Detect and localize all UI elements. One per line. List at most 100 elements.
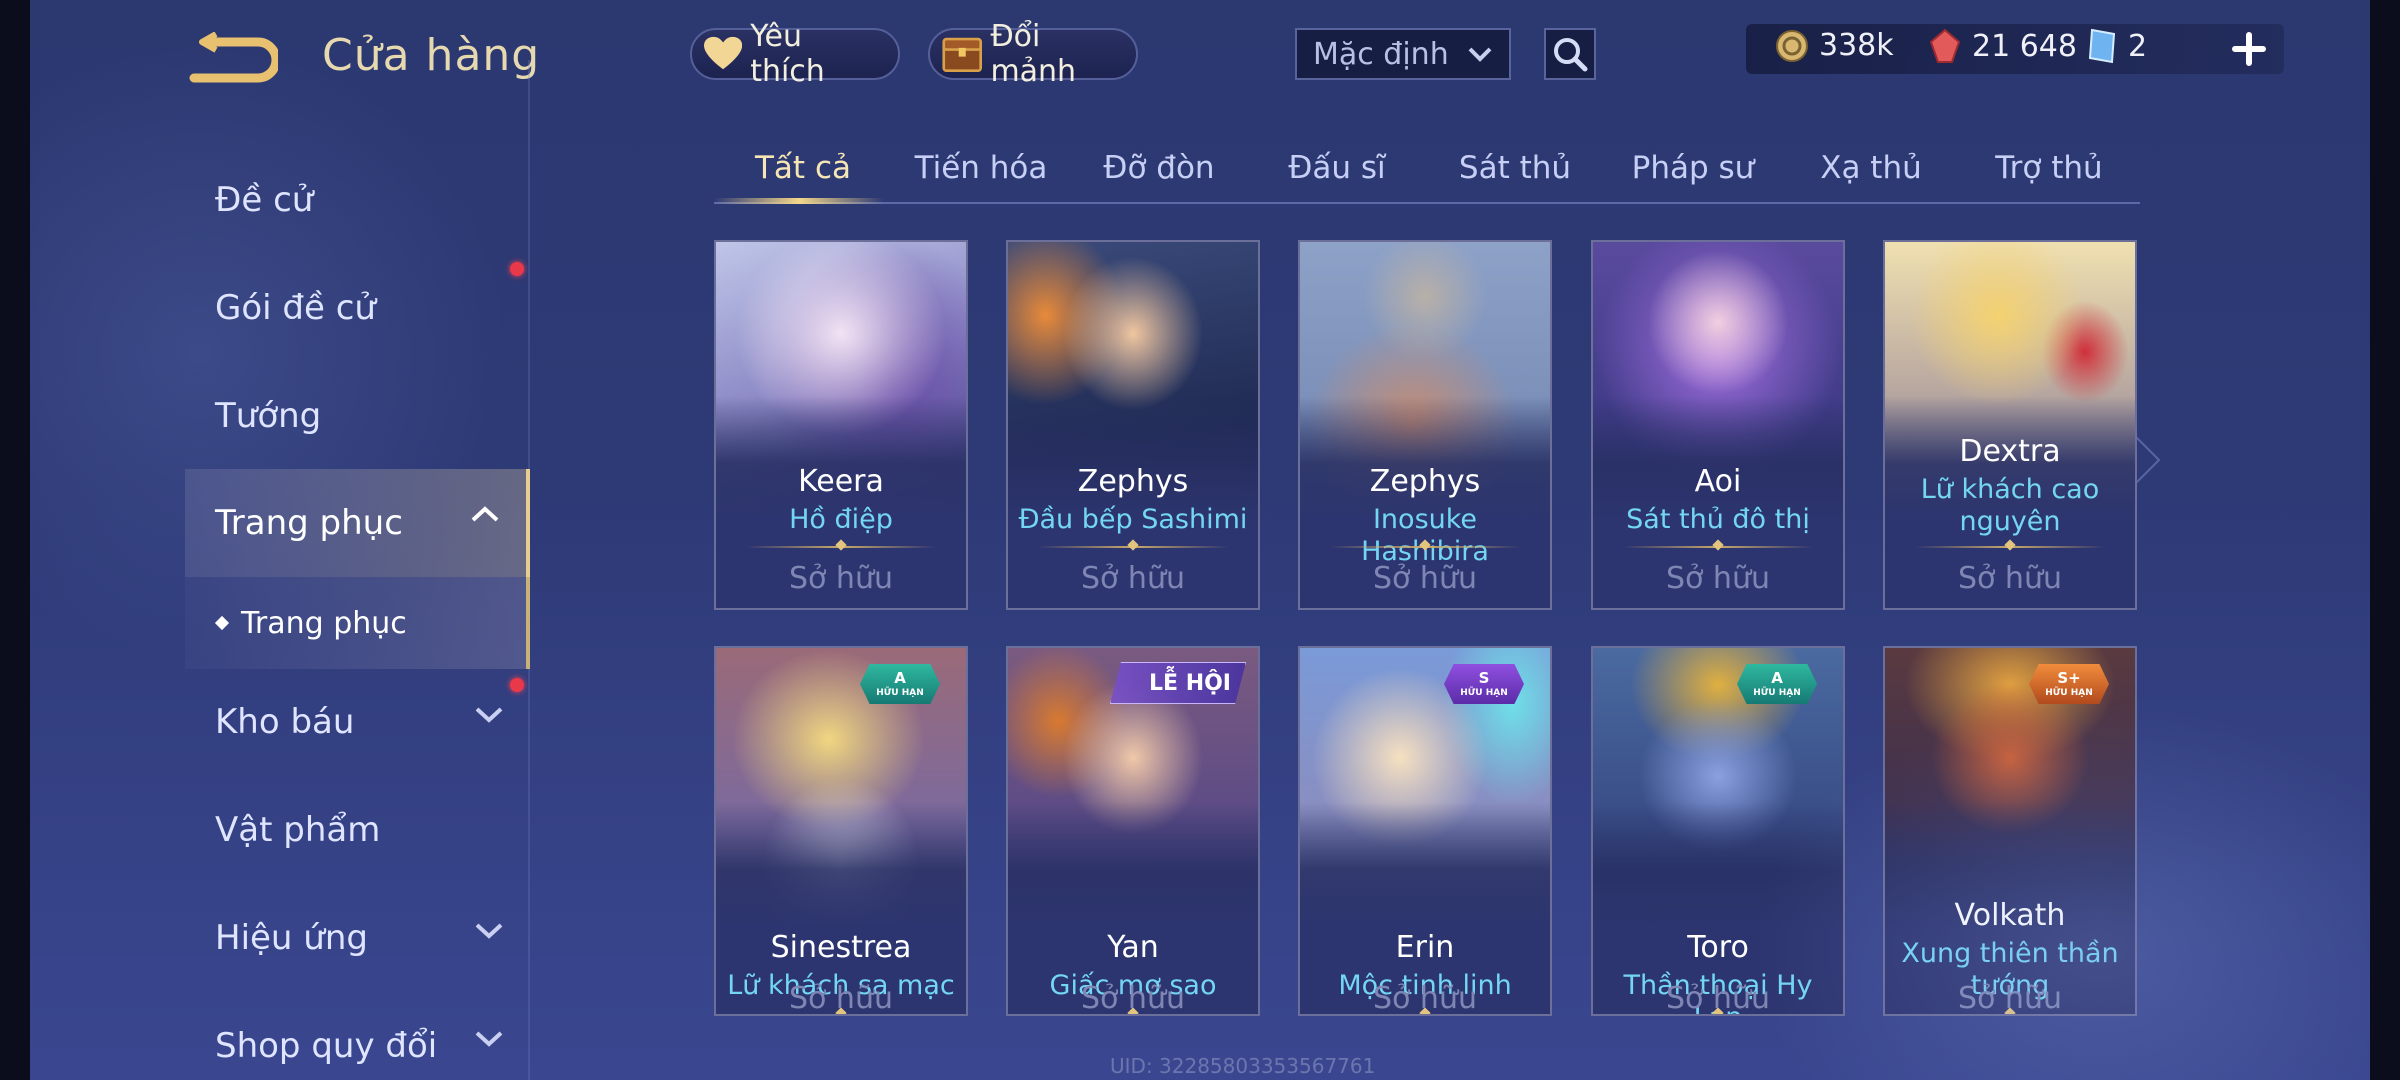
rarity-badge: S+ HỮU HẠN (2029, 664, 2109, 704)
card-divider (1623, 546, 1813, 548)
card-divider (1915, 1014, 2105, 1016)
tab-evolution[interactable]: Tiến hóa (892, 150, 1070, 186)
skin-name: Lữ khách cao nguyên (1920, 474, 2100, 537)
sidebar-item-label: Vật phẩm (215, 810, 381, 850)
tab-support[interactable]: Trợ thủ (1960, 150, 2138, 186)
hero-name: Dextra (1959, 434, 2061, 469)
ticket-icon (2088, 28, 2116, 64)
card-divider (1038, 1014, 1228, 1016)
rarity-grade: S (1478, 668, 1490, 687)
hero-name: Toro (1687, 930, 1749, 965)
skin-card[interactable]: Zephys Inosuke Hashibira Sở hữu (1298, 240, 1552, 610)
tab-mage[interactable]: Pháp sư (1604, 150, 1782, 186)
skin-card[interactable]: Zephys Đầu bếp Sashimi Sở hữu (1006, 240, 1260, 610)
rarity-grade: S+ (2057, 668, 2081, 687)
ticket-amount: 2 (2128, 28, 2148, 64)
card-divider (1623, 1014, 1813, 1016)
voucher-currency: 21 648 (1928, 28, 2077, 64)
sidebar-item-label: Đề cử (215, 180, 314, 220)
user-id: UID: 32285803353567761 (1110, 1054, 1376, 1078)
skin-card[interactable]: S HỮU HẠN Erin Mộc tinh linh Sở hữu (1298, 646, 1552, 1016)
add-currency-button[interactable] (2226, 26, 2272, 72)
sort-value: Mặc định (1313, 36, 1449, 72)
sidebar-item-skins[interactable]: Trang phục (185, 469, 530, 577)
skin-card[interactable]: A HỮU HẠN Toro Thần thoại Hy Lạp Sở hữu (1591, 646, 1845, 1016)
hero-name: Zephys (1369, 464, 1481, 499)
voucher-gem-icon (1929, 28, 1961, 63)
card-divider (746, 1014, 936, 1016)
rarity-grade: A (894, 668, 906, 687)
card-divider (746, 546, 936, 548)
skin-artwork (1885, 648, 2135, 1014)
favorites-label: Yêu thích (750, 19, 825, 89)
fragments-label: Đổi mảnh (990, 19, 1077, 89)
tab-tank[interactable]: Đỡ đòn (1070, 150, 1248, 186)
sidebar-item-effects[interactable]: Hiệu ứng (185, 886, 530, 990)
owned-status: Sở hữu (1081, 561, 1185, 596)
sidebar-item-label: Kho báu (215, 702, 355, 742)
owned-status: Sở hữu (789, 981, 893, 1016)
skin-name: Đầu bếp Sashimi (1018, 504, 1248, 535)
sidebar-item-items[interactable]: Vật phẩm (185, 778, 530, 882)
favorites-button[interactable]: Yêu thích (690, 19, 900, 89)
search-button[interactable] (1544, 28, 1596, 80)
sort-dropdown[interactable]: Mặc định (1295, 28, 1511, 80)
voucher-amount: 21 648 (1972, 28, 2077, 64)
limited-label: HỮU HẠN (1460, 687, 1508, 698)
skin-card[interactable]: A HỮU HẠN Sinestrea Lữ khách sa mạc Sở h… (714, 646, 968, 1016)
card-divider (1330, 546, 1520, 548)
back-button[interactable] (188, 31, 281, 88)
skin-card[interactable]: LỄ HỘI Yan Giấc mơ sao Sở hữu (1006, 646, 1260, 1016)
owned-status: Sở hữu (1958, 561, 2062, 596)
skin-name: Xung thiên thần tướng (1901, 938, 2119, 1001)
tab-fighter[interactable]: Đấu sĩ (1248, 150, 1426, 186)
skin-card[interactable]: Dextra Lữ khách cao nguyên Sở hữu (1883, 240, 2137, 610)
bullet-icon (214, 615, 230, 631)
card-overlay (1885, 801, 2135, 1014)
hero-name: Yan (1107, 930, 1159, 965)
hero-name: Erin (1395, 930, 1455, 965)
skin-name: Inosuke Hashibira (1361, 504, 1489, 567)
gold-coin-icon (1776, 29, 1808, 62)
fragments-exchange-button[interactable]: Đổi mảnh (928, 19, 1138, 89)
sidebar-item-heroes[interactable]: Tướng (185, 364, 530, 468)
shop-screen: Cửa hàng Yêu thích Đổi mảnh Mặc định 338… (30, 0, 2370, 1080)
ticket-currency: 2 (2086, 28, 2147, 64)
card-divider (1915, 546, 2105, 548)
owned-status: Sở hữu (1081, 981, 1185, 1016)
hero-name: Aoi (1694, 464, 1742, 499)
search-icon (1554, 38, 1588, 72)
active-tab-indicator (714, 198, 884, 204)
category-tabs: Tất cả Tiến hóa Đỡ đòn Đấu sĩ Sát thủ Ph… (714, 140, 2140, 204)
tab-marksman[interactable]: Xạ thủ (1782, 150, 1960, 186)
sidebar-subitem-skins[interactable]: Trang phục (185, 577, 530, 669)
rarity-grade: A (1771, 668, 1783, 687)
hero-name: Keera (798, 464, 884, 499)
owned-status: Sở hữu (1958, 981, 2062, 1016)
sidebar-item-treasure[interactable]: Kho báu (185, 670, 530, 774)
festival-event-tag: LỄ HỘI (1109, 662, 1246, 704)
tab-assassin[interactable]: Sát thủ (1426, 150, 1604, 186)
rarity-badge: S HỮU HẠN (1444, 664, 1524, 704)
sidebar-item-recommended[interactable]: Đề cử (185, 148, 530, 252)
sidebar-item-exchange-shop[interactable]: Shop quy đổi (185, 994, 530, 1080)
sidebar-item-label: Shop quy đổi (215, 1026, 438, 1066)
hero-name: Zephys (1077, 464, 1189, 499)
sidebar-item-label: Gói đề cử (215, 288, 376, 328)
heart-icon (704, 36, 743, 70)
limited-label: HỮU HẠN (2045, 687, 2093, 698)
tab-all[interactable]: Tất cả (714, 150, 892, 186)
notification-dot (510, 262, 524, 276)
owned-status: Sở hữu (1666, 561, 1770, 596)
chevron-down-icon (475, 923, 503, 939)
plus-icon (2232, 32, 2266, 66)
skin-name: Hồ điệp (789, 504, 893, 535)
owned-status: Sở hữu (789, 561, 893, 596)
chevron-up-icon (471, 506, 499, 522)
skin-card[interactable]: Keera Hồ điệp Sở hữu (714, 240, 968, 610)
card-divider (1330, 1014, 1520, 1016)
sidebar-item-bundles[interactable]: Gói đề cử (185, 256, 530, 360)
skin-card[interactable]: Aoi Sát thủ đô thị Sở hữu (1591, 240, 1845, 610)
skin-card[interactable]: S+ HỮU HẠN Volkath Xung thiên thần tướng… (1883, 646, 2137, 1016)
rarity-badge: A HỮU HẠN (1737, 664, 1817, 704)
